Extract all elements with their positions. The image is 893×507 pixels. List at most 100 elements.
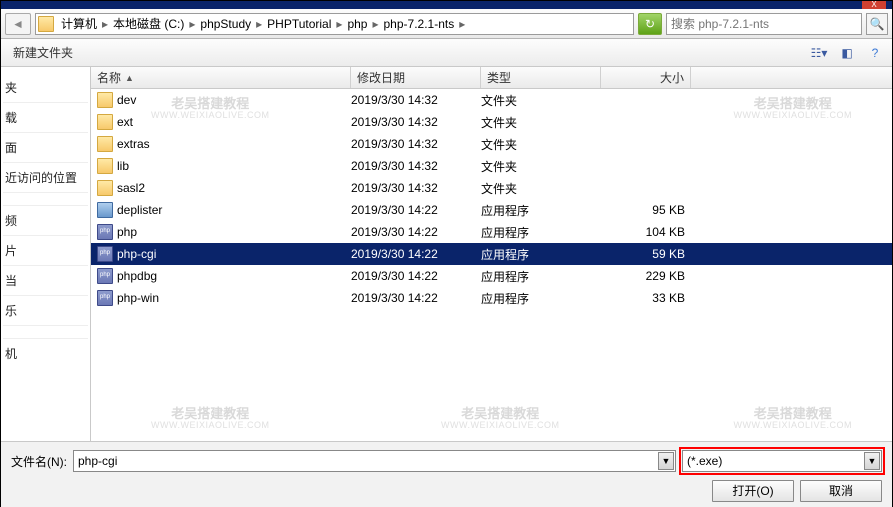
sidebar-item[interactable] (3, 326, 88, 339)
chevron-right-icon[interactable]: ▸ (254, 17, 264, 31)
column-date[interactable]: 修改日期 (351, 67, 481, 88)
php-icon (97, 268, 113, 284)
file-row[interactable]: php2019/3/30 14:22应用程序104 KB (91, 221, 892, 243)
chevron-right-icon[interactable]: ▸ (334, 17, 344, 31)
file-type: 应用程序 (481, 290, 601, 307)
breadcrumb-path: 计算机▸本地磁盘 (C:)▸phpStudy▸PHPTutorial▸php▸p… (58, 15, 467, 32)
file-date: 2019/3/30 14:22 (351, 269, 481, 283)
main-area: 夹载面近访问的位置频片当乐机 名称▲ 修改日期 类型 大小 dev 2019/3/… (1, 67, 892, 441)
breadcrumb-part[interactable]: 计算机 (58, 17, 100, 31)
file-row[interactable]: ext 2019/3/30 14:32文件夹 (91, 111, 892, 133)
file-size: 59 KB (601, 247, 691, 261)
php-icon (97, 290, 113, 306)
folder-icon (97, 136, 113, 152)
file-date: 2019/3/30 14:32 (351, 93, 481, 107)
file-name: dev (117, 93, 136, 107)
file-row[interactable]: dev 2019/3/30 14:32文件夹 (91, 89, 892, 111)
file-name: php-cgi (117, 247, 156, 261)
sidebar-item[interactable]: 片 (3, 236, 88, 266)
sidebar-item[interactable]: 近访问的位置 (3, 163, 88, 193)
column-size[interactable]: 大小 (601, 67, 691, 88)
file-type: 文件夹 (481, 92, 601, 109)
refresh-button[interactable]: ↻ (638, 13, 662, 35)
file-name: phpdbg (117, 269, 157, 283)
file-name: sasl2 (117, 181, 145, 195)
column-name[interactable]: 名称▲ (91, 67, 351, 88)
help-button[interactable]: ? (864, 42, 886, 64)
file-row[interactable]: extras 2019/3/30 14:32文件夹 (91, 133, 892, 155)
preview-pane-button[interactable]: ◧ (836, 42, 858, 64)
filename-label: 文件名(N): (11, 453, 67, 470)
filetype-filter[interactable]: (*.exe) ▼ (682, 450, 882, 472)
folder-icon (97, 92, 113, 108)
file-date: 2019/3/30 14:32 (351, 181, 481, 195)
file-type: 文件夹 (481, 114, 601, 131)
file-size: 229 KB (601, 269, 691, 283)
file-date: 2019/3/30 14:22 (351, 247, 481, 261)
filter-highlight: (*.exe) ▼ (679, 447, 885, 475)
file-row[interactable]: lib2019/3/30 14:32文件夹 (91, 155, 892, 177)
sidebar-item[interactable]: 夹 (3, 73, 88, 103)
breadcrumb-part[interactable]: phpStudy (197, 17, 254, 31)
file-size: 33 KB (601, 291, 691, 305)
search-button[interactable]: 🔍 (866, 13, 888, 35)
php-icon (97, 246, 113, 262)
breadcrumb[interactable]: 计算机▸本地磁盘 (C:)▸phpStudy▸PHPTutorial▸php▸p… (35, 13, 634, 35)
sidebar-item[interactable]: 当 (3, 266, 88, 296)
close-button[interactable]: X (862, 1, 886, 9)
sidebar-item[interactable]: 面 (3, 133, 88, 163)
file-date: 2019/3/30 14:32 (351, 137, 481, 151)
watermark: 老吴搭建教程WWW.WEIXIAOLIVE.COM (151, 407, 270, 431)
file-date: 2019/3/30 14:32 (351, 159, 481, 173)
chevron-right-icon[interactable]: ▸ (100, 17, 110, 31)
breadcrumb-part[interactable]: php-7.2.1-nts (381, 17, 458, 31)
nav-back-button[interactable]: ◄ (5, 13, 31, 35)
cancel-button[interactable]: 取消 (800, 480, 882, 502)
sidebar-item[interactable] (3, 193, 88, 206)
file-row[interactable]: phpdbg 2019/3/30 14:22应用程序229 KB (91, 265, 892, 287)
column-header[interactable]: 名称▲ 修改日期 类型 大小 (91, 67, 892, 89)
file-row[interactable]: sasl22019/3/30 14:32文件夹 (91, 177, 892, 199)
chevron-down-icon[interactable]: ▼ (864, 452, 880, 470)
watermark: 老吴搭建教程WWW.WEIXIAOLIVE.COM (441, 407, 560, 431)
file-type: 应用程序 (481, 246, 601, 263)
chevron-right-icon[interactable]: ▸ (457, 17, 467, 31)
file-size: 95 KB (601, 203, 691, 217)
file-date: 2019/3/30 14:22 (351, 203, 481, 217)
sidebar-item[interactable]: 乐 (3, 296, 88, 326)
chevron-down-icon[interactable]: ▼ (658, 452, 674, 470)
titlebar-remnant: X (1, 1, 892, 9)
new-folder-button[interactable]: 新建文件夹 (7, 42, 79, 63)
file-type: 文件夹 (481, 136, 601, 153)
toolbar: 新建文件夹 ☷▾ ◧ ? (1, 39, 892, 67)
navigation-bar: ◄ 计算机▸本地磁盘 (C:)▸phpStudy▸PHPTutorial▸php… (1, 9, 892, 39)
file-row[interactable]: php-cgi 2019/3/30 14:22应用程序59 KB (91, 243, 892, 265)
breadcrumb-part[interactable]: 本地磁盘 (C:) (110, 17, 187, 31)
folder-icon (97, 114, 113, 130)
file-date: 2019/3/30 14:22 (351, 291, 481, 305)
sidebar-item[interactable]: 载 (3, 103, 88, 133)
folder-icon (38, 16, 54, 32)
file-row[interactable]: php-win2019/3/30 14:22应用程序33 KB (91, 287, 892, 309)
breadcrumb-part[interactable]: PHPTutorial (264, 17, 334, 31)
chevron-right-icon[interactable]: ▸ (187, 17, 197, 31)
search-input[interactable] (671, 17, 857, 31)
file-size: 104 KB (601, 225, 691, 239)
chevron-right-icon[interactable]: ▸ (370, 17, 380, 31)
file-date: 2019/3/30 14:32 (351, 115, 481, 129)
view-options-button[interactable]: ☷▾ (808, 42, 830, 64)
file-name: extras (117, 137, 150, 151)
watermark: 老吴搭建教程WWW.WEIXIAOLIVE.COM (733, 407, 852, 431)
file-list: 名称▲ 修改日期 类型 大小 dev2019/3/30 14:32文件夹ext2… (91, 67, 892, 441)
sidebar-item[interactable]: 频 (3, 206, 88, 236)
file-row[interactable]: deplister2019/3/30 14:22应用程序95 KB (91, 199, 892, 221)
sidebar-item[interactable]: 机 (3, 339, 88, 368)
file-name: ext (117, 115, 133, 129)
filename-input[interactable]: php-cgi ▼ (73, 450, 676, 472)
column-type[interactable]: 类型 (481, 67, 601, 88)
php-icon (97, 224, 113, 240)
file-type: 应用程序 (481, 268, 601, 285)
breadcrumb-part[interactable]: php (344, 17, 370, 31)
search-box[interactable] (666, 13, 862, 35)
open-button[interactable]: 打开(O) (712, 480, 794, 502)
